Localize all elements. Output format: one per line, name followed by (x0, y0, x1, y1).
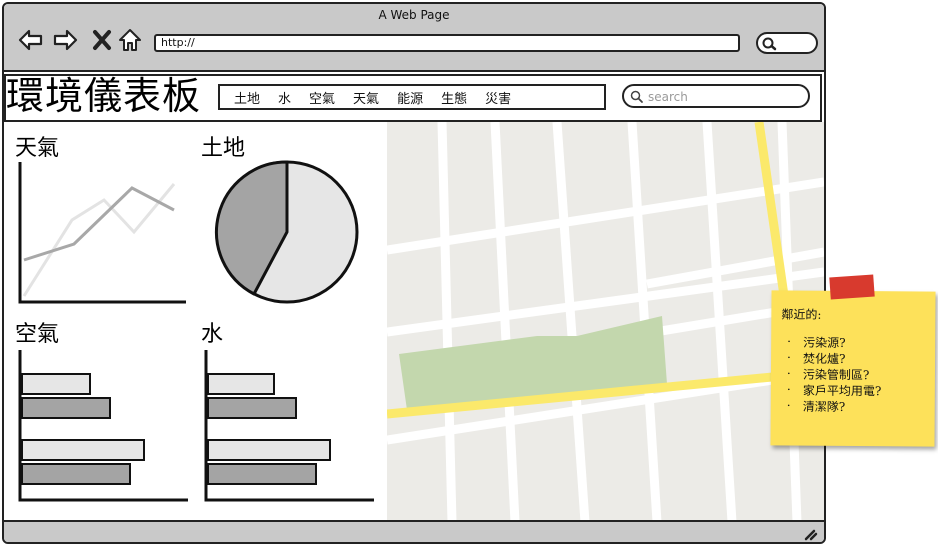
nav-item-water[interactable]: 水 (278, 88, 291, 107)
weather-axes (18, 162, 186, 304)
sticky-list-item: 焚化爐? (785, 351, 882, 368)
browser-search-button[interactable] (756, 32, 818, 54)
air-panel-title: 空氣 (15, 322, 60, 347)
air-bar-1 (21, 373, 91, 395)
water-bar-1 (207, 373, 275, 395)
sticky-list-item: 污染管制區? (785, 367, 882, 384)
water-bar-3 (207, 439, 331, 461)
address-bar[interactable]: http:// (154, 34, 740, 52)
forward-arrow-icon[interactable] (52, 26, 80, 54)
nav-item-energy[interactable]: 能源 (397, 88, 423, 107)
search-input[interactable] (646, 88, 800, 106)
dashboard-title: 環境儀表板 (6, 74, 202, 118)
sticky-list-item: 清潔隊? (785, 399, 882, 416)
weather-series-dark-line (23, 186, 175, 262)
water-bar-2 (207, 397, 297, 419)
air-bar-4 (21, 463, 131, 485)
magnifier-icon (762, 37, 777, 51)
home-icon[interactable] (116, 26, 144, 54)
air-bar-3 (21, 439, 145, 461)
sticky-list-item: 污染源? (785, 335, 882, 352)
nav-item-ecology[interactable]: 生態 (441, 88, 467, 107)
back-arrow-icon[interactable] (16, 26, 44, 54)
dashboard-header: 環境儀表板 土地 水 空氣 天氣 能源 生態 災害 (4, 74, 822, 122)
sticky-note: 鄰近的: 污染源? 焚化爐? 污染管制區? 家戶平均用電? 清潔隊? (770, 290, 936, 447)
weather-series-light-line (22, 183, 176, 297)
air-bar-chart (18, 350, 188, 502)
weather-panel-title: 天氣 (15, 136, 60, 161)
nav-item-disaster[interactable]: 災害 (485, 88, 511, 107)
nav-item-land[interactable]: 土地 (234, 88, 260, 107)
resize-grip-icon[interactable] (802, 527, 818, 541)
sticky-list-item: 家戶平均用電? (785, 383, 882, 400)
category-nav: 土地 水 空氣 天氣 能源 生態 災害 (218, 84, 606, 110)
site-search[interactable] (622, 84, 810, 108)
browser-statusbar (4, 520, 824, 542)
weather-line-chart (18, 162, 186, 304)
air-bar-2 (21, 397, 111, 419)
nav-item-air[interactable]: 空氣 (309, 88, 335, 107)
window-title: A Web Page (378, 8, 450, 22)
water-bar-chart (204, 350, 374, 502)
browser-titlebar: A Web Page http:// (4, 4, 824, 72)
map-view[interactable] (387, 122, 824, 522)
map-roads (387, 122, 824, 522)
water-panel-title: 水 (201, 322, 224, 347)
sticky-note-list: 污染源? 焚化爐? 污染管制區? 家戶平均用電? 清潔隊? (785, 335, 882, 416)
land-pie-chart (214, 160, 359, 304)
close-x-icon[interactable] (88, 26, 116, 54)
sticky-tape (829, 274, 875, 300)
sticky-note-title: 鄰近的: (781, 307, 822, 322)
browser-window: A Web Page http:// 環境儀表板 土地 水 空氣 天氣 能源 生… (2, 2, 826, 544)
search-icon (630, 90, 643, 103)
water-bar-4 (207, 463, 317, 485)
map-canvas (387, 122, 824, 522)
nav-item-weather[interactable]: 天氣 (353, 88, 379, 107)
